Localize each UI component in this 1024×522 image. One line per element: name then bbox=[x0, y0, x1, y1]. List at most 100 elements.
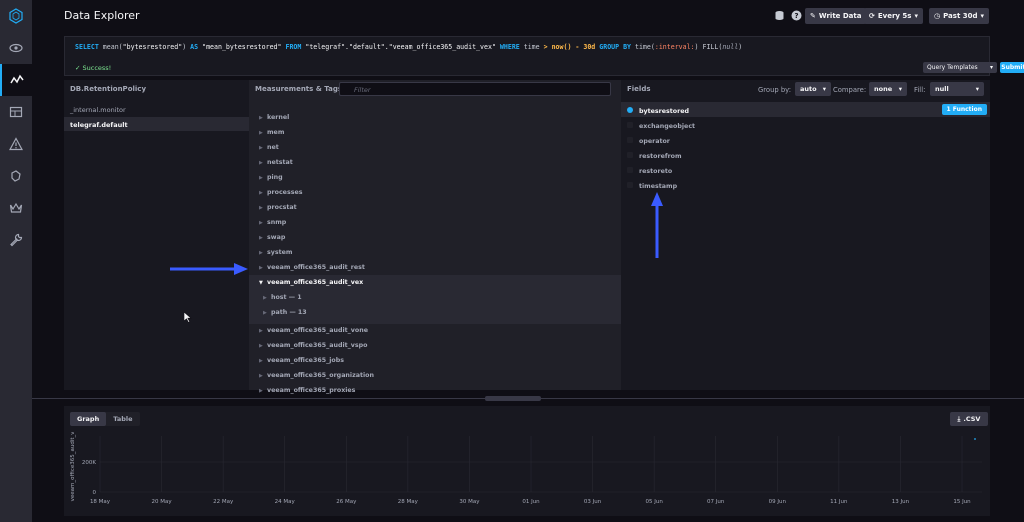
measurement-item[interactable]: ▶ system bbox=[249, 245, 621, 260]
database-icon[interactable] bbox=[774, 10, 785, 21]
measurement-item[interactable]: ▶ swap bbox=[249, 230, 621, 245]
tag-label: path — 13 bbox=[271, 309, 307, 316]
measurement-item[interactable]: ▶ processes bbox=[249, 185, 621, 200]
measurement-item[interactable]: ▶ veeam_office365_audit_rest bbox=[249, 260, 621, 275]
group-by-dropdown[interactable]: auto ▾ bbox=[795, 82, 831, 96]
measurement-item[interactable]: ▶ net bbox=[249, 140, 621, 155]
measurement-item[interactable]: ▼ veeam_office365_audit_vex bbox=[249, 275, 621, 290]
field-label: exchangeobject bbox=[639, 123, 696, 130]
query-token: ) bbox=[738, 43, 743, 51]
measurement-label: veeam_office365_audit_vone bbox=[267, 327, 368, 334]
x-tick-label: 20 May bbox=[152, 499, 173, 505]
field-item[interactable]: restorefrom bbox=[621, 147, 990, 162]
measurements-header: Measurements & Tags bbox=[255, 85, 343, 93]
field-item[interactable]: operator bbox=[621, 132, 990, 147]
checkbox-icon[interactable] bbox=[627, 166, 633, 173]
query-token: GROUP BY bbox=[599, 43, 632, 51]
measurement-item[interactable]: ▶ mem bbox=[249, 125, 621, 140]
eye-icon[interactable] bbox=[0, 32, 32, 64]
checkbox-icon[interactable] bbox=[627, 151, 633, 158]
caret-right-icon: ▶ bbox=[259, 250, 263, 256]
data-explorer-nav-icon[interactable] bbox=[0, 64, 32, 96]
resize-handle[interactable] bbox=[485, 396, 541, 401]
arrow-up-icon bbox=[651, 192, 663, 258]
function-badge[interactable]: 1 Function bbox=[941, 104, 987, 115]
dashboards-icon[interactable] bbox=[0, 96, 32, 128]
line-chart[interactable]: veeam_office365_audit_v... 0 200K 18 May 20 … bbox=[64, 432, 990, 516]
wrench-icon[interactable] bbox=[0, 224, 32, 256]
query-status: ✓ Success! bbox=[75, 64, 112, 72]
crown-icon[interactable] bbox=[0, 192, 32, 224]
chevron-down-icon: ▾ bbox=[980, 12, 984, 20]
measurement-label: veeam_office365_audit_vex bbox=[267, 279, 364, 286]
caret-right-icon: ▶ bbox=[259, 145, 263, 151]
measurement-item[interactable]: ▶ kernel bbox=[249, 110, 621, 125]
query-token: now() bbox=[551, 43, 572, 51]
checkbox-icon[interactable] bbox=[627, 106, 633, 113]
checkbox-icon[interactable] bbox=[627, 181, 633, 188]
x-tick-label: 30 May bbox=[459, 499, 480, 505]
measurement-item[interactable]: ▶ veeam_office365_proxies bbox=[249, 383, 621, 398]
caret-right-icon: ▶ bbox=[259, 373, 263, 379]
measurement-item[interactable]: ▶ snmp bbox=[249, 215, 621, 230]
group-by-label: Group by: bbox=[758, 86, 791, 94]
caret-right-icon: ▶ bbox=[263, 310, 267, 316]
query-token: - 30d bbox=[575, 43, 596, 51]
influx-logo-icon[interactable] bbox=[0, 0, 32, 32]
left-nav bbox=[0, 0, 32, 522]
time-range-dropdown[interactable]: ◷ Past 30d ▾ bbox=[929, 8, 989, 24]
x-tick-label: 01 Jun bbox=[522, 499, 540, 505]
fill-dropdown[interactable]: null ▾ bbox=[930, 82, 984, 96]
tag-item[interactable]: ▶ path — 13 bbox=[249, 305, 621, 320]
caret-right-icon: ▶ bbox=[259, 358, 263, 364]
measurement-item[interactable]: ▶ procstat bbox=[249, 200, 621, 215]
y-axis-label: veeam_office365_audit_v... bbox=[70, 432, 76, 501]
measurement-item[interactable]: ▶ veeam_office365_audit_vone bbox=[249, 323, 621, 338]
plugins-icon[interactable] bbox=[0, 160, 32, 192]
tag-item[interactable]: ▶ host — 1 bbox=[249, 290, 621, 305]
x-tick-label: 28 May bbox=[398, 499, 419, 505]
submit-query-button[interactable]: Submit Query bbox=[1000, 62, 1024, 73]
arrow-right-icon bbox=[170, 263, 248, 275]
field-item[interactable]: exchangeobject bbox=[621, 117, 990, 132]
field-label: operator bbox=[639, 138, 670, 145]
x-tick-label: 07 Jun bbox=[707, 499, 725, 505]
write-data-button[interactable]: ✎ Write Data bbox=[805, 8, 867, 24]
query-templates-dropdown[interactable]: Query Templates ▾ bbox=[923, 62, 997, 73]
measurement-filter-input[interactable]: Filter bbox=[339, 82, 611, 96]
query-token: "bytesrestored" bbox=[122, 43, 183, 51]
compare-dropdown[interactable]: none ▾ bbox=[869, 82, 907, 96]
query-editor[interactable]: SELECT mean("bytesrestored") AS "mean_by… bbox=[64, 36, 1024, 76]
measurement-item[interactable]: ▶ veeam_office365_jobs bbox=[249, 353, 621, 368]
measurement-label: veeam_office365_jobs bbox=[267, 357, 344, 364]
measurement-label: mem bbox=[267, 129, 285, 136]
help-icon[interactable]: ? bbox=[791, 10, 802, 21]
autorefresh-dropdown[interactable]: ⟳ Every 5s ▾ bbox=[864, 8, 923, 24]
tab-graph[interactable]: Graph bbox=[70, 412, 107, 426]
field-item[interactable]: timestamp bbox=[621, 177, 990, 192]
measurement-item[interactable]: ▶ ping bbox=[249, 170, 621, 185]
chevron-down-icon: ▾ bbox=[822, 85, 826, 93]
measurement-item[interactable]: ▶ veeam_office365_organization bbox=[249, 368, 621, 383]
db-item-telegraf-default[interactable]: telegraf.default bbox=[64, 117, 249, 131]
checkbox-icon[interactable] bbox=[627, 121, 633, 128]
query-text[interactable]: SELECT mean("bytesrestored") AS "mean_by… bbox=[75, 43, 742, 51]
fields-column: Fields Group by: auto ▾ Compare: none ▾ Fi… bbox=[621, 80, 990, 390]
measurement-label: net bbox=[267, 144, 279, 151]
pencil-icon: ✎ bbox=[810, 12, 816, 20]
caret-right-icon: ▶ bbox=[259, 160, 263, 166]
measurement-item[interactable]: ▶ netstat bbox=[249, 155, 621, 170]
tab-table[interactable]: Table bbox=[106, 412, 139, 426]
mouse-cursor-icon bbox=[184, 312, 192, 323]
download-csv-button[interactable]: ⤓ .CSV bbox=[950, 412, 988, 426]
field-label: restoreto bbox=[639, 168, 673, 175]
svg-text:?: ? bbox=[794, 12, 798, 20]
measurement-item[interactable]: ▶ veeam_office365_audit_vspo bbox=[249, 338, 621, 353]
field-item[interactable]: bytesrestored 1 Function bbox=[621, 102, 990, 117]
db-item-internal-monitor[interactable]: _internal.monitor bbox=[64, 102, 249, 116]
alert-icon[interactable] bbox=[0, 128, 32, 160]
checkbox-icon[interactable] bbox=[627, 136, 633, 143]
measurement-label: veeam_office365_audit_vspo bbox=[267, 342, 368, 349]
query-token: mean( bbox=[98, 43, 123, 51]
field-item[interactable]: restoreto bbox=[621, 162, 990, 177]
